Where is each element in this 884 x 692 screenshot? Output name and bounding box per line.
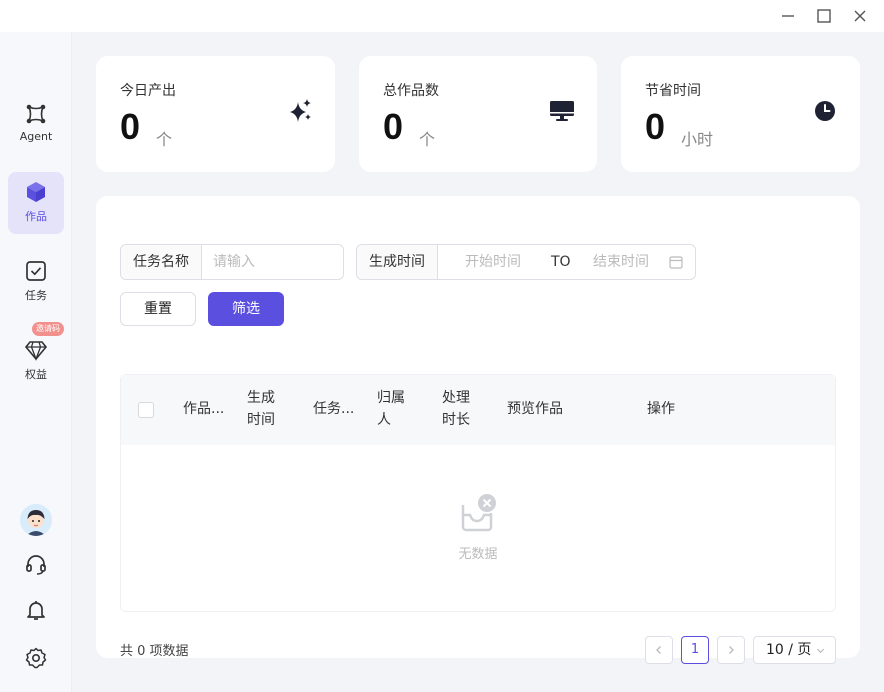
stat-unit: 个: [419, 130, 436, 149]
works-table: 作品... 生成 时间 任务... 归属 人 处理 时长 预览作品 操作 无数据: [120, 374, 836, 612]
column-header-generate-time: 生成 时间: [247, 390, 275, 428]
next-page-button[interactable]: [717, 636, 745, 664]
stat-value: 0: [645, 106, 666, 147]
column-header-duration: 处理 时长: [442, 390, 470, 428]
sidebar-item-benefits[interactable]: 邀请码 权益: [8, 322, 64, 392]
generate-time-label: 生成时间: [357, 245, 438, 279]
reset-button[interactable]: 重置: [120, 292, 196, 326]
calendar-icon[interactable]: [669, 255, 683, 269]
empty-data-icon: [461, 494, 496, 532]
close-icon[interactable]: [850, 6, 870, 26]
stat-unit: 个: [156, 130, 173, 149]
prev-page-button[interactable]: [645, 636, 673, 664]
title-bar: [0, 0, 884, 32]
task-name-input[interactable]: [213, 245, 337, 279]
clock-icon: [815, 101, 835, 121]
stat-card-today-output: 今日产出 0 个: [96, 56, 335, 172]
column-header-preview: 预览作品: [507, 401, 563, 417]
works-panel: 任务名称 生成时间 TO 重置 筛选 作品... 生成 时间 任务... 归属 …: [96, 196, 860, 664]
sidebar-item-label: 权益: [25, 368, 47, 381]
minimize-icon[interactable]: [778, 6, 798, 26]
page-number-button[interactable]: 1: [681, 636, 709, 664]
sidebar-item-tasks[interactable]: 任务: [8, 251, 64, 313]
stat-card-total-works: 总作品数 0 个: [359, 56, 597, 172]
page-size-select[interactable]: 10 / 页: [753, 636, 836, 664]
invite-code-badge: 邀请码: [32, 322, 64, 336]
chevron-down-icon: [816, 648, 825, 654]
chevron-left-icon: [656, 646, 661, 654]
sidebar: Agent 作品 任务 邀请码 权益: [0, 32, 72, 692]
sidebar-item-works[interactable]: 作品: [8, 172, 64, 234]
stat-label: 今日产出: [120, 83, 176, 99]
sparkles-icon: [290, 99, 311, 122]
bell-icon[interactable]: [0, 598, 72, 626]
total-count-text: 共 0 项数据: [120, 644, 189, 659]
task-name-label: 任务名称: [121, 245, 202, 279]
maximize-icon[interactable]: [814, 6, 834, 26]
stat-label: 节省时间: [645, 83, 701, 99]
column-header-owner: 归属 人: [377, 390, 405, 428]
stat-unit: 小时: [681, 130, 714, 149]
sidebar-item-label: 作品: [25, 210, 47, 223]
sidebar-item-label: Agent: [19, 130, 53, 143]
end-time-input[interactable]: [593, 245, 669, 279]
select-all-checkbox[interactable]: [138, 402, 154, 418]
monitor-icon: [550, 101, 574, 121]
column-header-actions: 操作: [647, 401, 675, 417]
gear-icon[interactable]: [0, 646, 72, 674]
chevron-right-icon: [729, 646, 734, 654]
table-header: 作品... 生成 时间 任务... 归属 人 处理 时长 预览作品 操作: [121, 375, 835, 445]
empty-data-text: 无数据: [458, 547, 498, 562]
headset-icon[interactable]: [0, 552, 72, 580]
stat-value: 0: [120, 106, 141, 147]
page-size-value: 10 / 页: [766, 642, 812, 658]
sidebar-item-agent[interactable]: Agent: [8, 94, 64, 156]
task-name-filter: 任务名称: [120, 244, 344, 280]
filter-button[interactable]: 筛选: [208, 292, 284, 326]
sidebar-item-label: 任务: [25, 289, 47, 302]
column-header-work: 作品...: [183, 401, 225, 417]
cube-icon: [27, 182, 45, 202]
stat-card-time-saved: 节省时间 0 小时: [621, 56, 860, 172]
stat-label: 总作品数: [383, 83, 439, 99]
agent-icon: [26, 104, 46, 124]
column-header-task: 任务...: [313, 401, 355, 417]
stat-value: 0: [383, 106, 404, 147]
task-checkbox-icon: [26, 261, 46, 281]
generate-time-filter: 生成时间 TO: [356, 244, 696, 280]
start-time-input[interactable]: [465, 245, 545, 279]
avatar[interactable]: [20, 504, 52, 536]
to-separator: TO: [551, 254, 571, 270]
diamond-icon: [24, 341, 48, 361]
